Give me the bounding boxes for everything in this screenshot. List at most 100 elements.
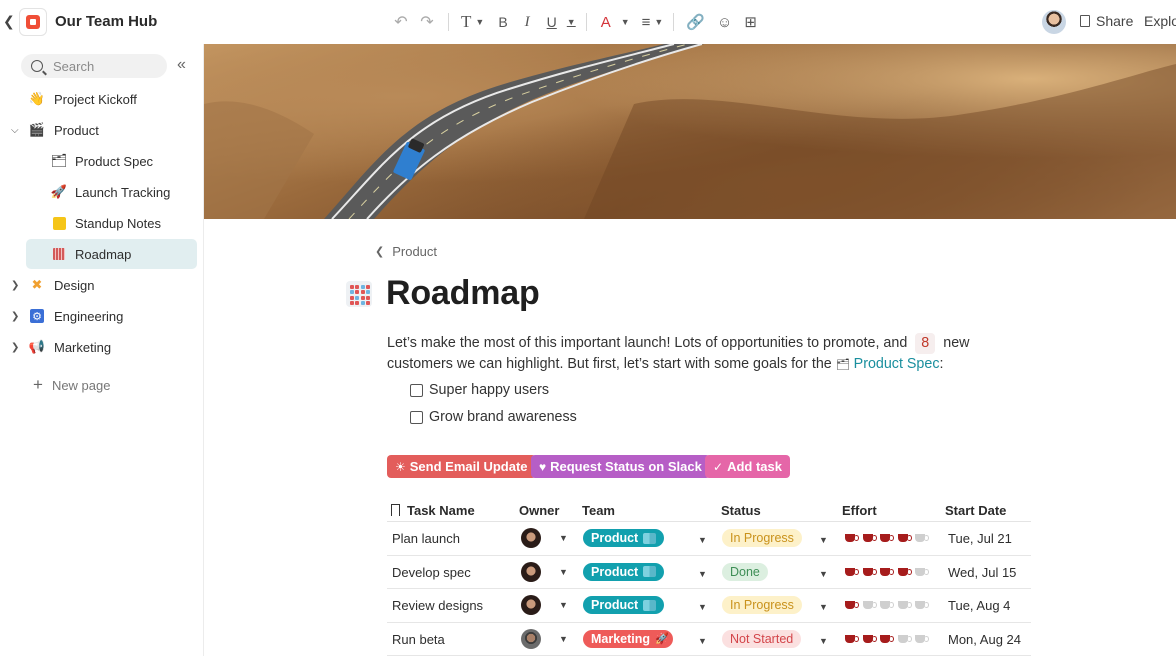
table-row[interactable]: Run beta ▼ Marketing 🚀 ▼ Not Started ▼ Mon, Aug… bbox=[387, 623, 1031, 656]
owner-dropdown-icon[interactable]: ▼ bbox=[559, 533, 568, 543]
coffee-cup-icon[interactable] bbox=[845, 598, 859, 610]
sidebar-item-launch-tracking[interactable]: 🚀 Launch Tracking bbox=[0, 177, 204, 207]
status-pill[interactable]: Not Started bbox=[722, 629, 802, 648]
column-header-effort[interactable]: Effort bbox=[842, 503, 877, 518]
team-dropdown-icon[interactable]: ▼ bbox=[698, 636, 707, 646]
team-pill[interactable]: Product bbox=[583, 596, 665, 614]
sidebar-item-product[interactable]: ⌵ 🎬 Product bbox=[0, 115, 204, 145]
owner-avatar[interactable] bbox=[521, 561, 541, 582]
coffee-cup-icon[interactable] bbox=[862, 531, 877, 543]
team-pill[interactable]: Product bbox=[583, 562, 665, 581]
owner-avatar[interactable] bbox=[521, 595, 541, 615]
current-user-avatar[interactable] bbox=[1042, 10, 1066, 34]
chevron-right-icon[interactable]: ❯ bbox=[11, 342, 19, 353]
sidebar-item-design[interactable]: ❯ ✖ Design bbox=[0, 270, 204, 300]
new-page-button[interactable]: + New page bbox=[33, 375, 110, 395]
coffee-cup-icon[interactable] bbox=[880, 598, 894, 610]
start-date[interactable]: Mon, Aug 24 bbox=[948, 632, 1021, 647]
effort-rating[interactable] bbox=[845, 598, 933, 610]
sidebar-item-engineering[interactable]: ❯ ⚙ Engineering bbox=[0, 301, 204, 331]
status-pill[interactable]: In Progress bbox=[722, 596, 802, 614]
coffee-cup-icon[interactable] bbox=[915, 632, 929, 644]
coffee-cup-icon[interactable] bbox=[915, 565, 929, 577]
bold-icon[interactable]: B bbox=[498, 10, 507, 34]
coffee-cup-icon[interactable] bbox=[897, 531, 912, 543]
table-row[interactable]: Plan launch ▼ Product ▼ In Progress ▼ Tue, Jul… bbox=[387, 522, 1031, 556]
start-date[interactable]: Tue, Jul 21 bbox=[948, 531, 1012, 546]
share-button[interactable]: Share bbox=[1080, 13, 1133, 29]
goal-checkbox[interactable] bbox=[410, 383, 423, 397]
add-comment-icon[interactable]: ⊞ bbox=[744, 10, 757, 34]
chevron-down-icon[interactable]: ⌵ bbox=[11, 125, 19, 136]
send-email-update-button[interactable]: ☀ Send Email Update bbox=[387, 455, 536, 478]
team-dropdown-icon[interactable]: ▼ bbox=[698, 569, 707, 579]
chevron-right-icon[interactable]: ❯ bbox=[11, 311, 19, 322]
hub-title[interactable]: Our Team Hub bbox=[55, 13, 157, 30]
team-pill[interactable]: Marketing 🚀 bbox=[583, 629, 674, 648]
request-status-slack-button[interactable]: ♥ Request Status on Slack bbox=[531, 455, 710, 478]
coffee-cup-icon[interactable] bbox=[915, 598, 929, 610]
coffee-cup-icon[interactable] bbox=[880, 565, 894, 577]
task-name[interactable]: Run beta bbox=[392, 632, 445, 647]
team-dropdown-icon[interactable]: ▼ bbox=[698, 535, 707, 545]
status-dropdown-icon[interactable]: ▼ bbox=[819, 569, 828, 579]
collapse-sidebar-icon[interactable]: « bbox=[177, 56, 186, 74]
effort-rating[interactable] bbox=[845, 565, 933, 577]
coffee-cup-icon[interactable] bbox=[897, 565, 912, 577]
search-input[interactable] bbox=[53, 58, 153, 74]
column-header-status[interactable]: Status bbox=[721, 503, 761, 518]
breadcrumb[interactable]: ❮ Product bbox=[375, 244, 437, 259]
sidebar-item-roadmap[interactable]: Roadmap bbox=[0, 239, 204, 269]
column-header-start-date[interactable]: Start Date bbox=[945, 503, 1006, 518]
goal-checkbox[interactable] bbox=[410, 410, 423, 424]
effort-rating[interactable] bbox=[845, 632, 933, 644]
status-dropdown-icon[interactable]: ▼ bbox=[819, 636, 828, 646]
task-name[interactable]: Plan launch bbox=[392, 531, 460, 546]
align-icon[interactable]: ≡ ▼ bbox=[642, 10, 664, 34]
coffee-cup-icon[interactable] bbox=[897, 632, 912, 644]
coffee-cup-icon[interactable] bbox=[845, 565, 859, 577]
app-logo-icon[interactable] bbox=[19, 8, 47, 36]
sidebar-item-project-kickoff[interactable]: 👋 Project Kickoff bbox=[0, 84, 204, 114]
undo-icon[interactable]: ↶ bbox=[390, 10, 412, 34]
chevron-right-icon[interactable]: ❯ bbox=[11, 280, 19, 291]
owner-avatar[interactable] bbox=[521, 628, 541, 649]
text-color-icon[interactable]: A ▼ bbox=[601, 10, 630, 34]
back-chevron-icon[interactable]: ❮ bbox=[3, 13, 15, 30]
sidebar-item-product-spec[interactable]: 🗂 Product Spec bbox=[0, 146, 204, 176]
status-dropdown-icon[interactable]: ▼ bbox=[819, 535, 828, 545]
effort-rating[interactable] bbox=[845, 531, 933, 543]
owner-dropdown-icon[interactable]: ▼ bbox=[559, 600, 568, 610]
owner-dropdown-icon[interactable]: ▼ bbox=[559, 567, 568, 577]
coffee-cup-icon[interactable] bbox=[915, 531, 929, 543]
task-name[interactable]: Develop spec bbox=[392, 565, 471, 580]
status-dropdown-icon[interactable]: ▼ bbox=[819, 602, 828, 612]
emoji-icon[interactable]: ☺ bbox=[717, 10, 732, 34]
product-spec-link[interactable]: 🗂 Product Spec bbox=[836, 356, 940, 372]
column-header-task[interactable]: Task Name bbox=[391, 503, 475, 518]
coffee-cup-icon[interactable] bbox=[845, 531, 859, 543]
column-header-team[interactable]: Team bbox=[582, 503, 615, 518]
status-pill[interactable]: Done bbox=[722, 562, 768, 581]
add-task-button[interactable]: ✓ Add task bbox=[705, 455, 790, 478]
column-header-owner[interactable]: Owner bbox=[519, 503, 559, 518]
team-pill[interactable]: Product bbox=[583, 529, 665, 547]
search-box[interactable] bbox=[21, 54, 167, 78]
table-row[interactable]: Review designs ▼ Product ▼ In Progress ▼ Tue, … bbox=[387, 589, 1031, 623]
sidebar-item-marketing[interactable]: ❯ 📢 Marketing bbox=[0, 332, 204, 362]
team-dropdown-icon[interactable]: ▼ bbox=[698, 602, 707, 612]
underline-icon[interactable]: U ▼ bbox=[547, 10, 576, 34]
italic-icon[interactable]: I bbox=[525, 10, 530, 34]
coffee-cup-icon[interactable] bbox=[880, 531, 894, 543]
coffee-cup-icon[interactable] bbox=[880, 632, 894, 644]
explore-button[interactable]: Explo bbox=[1144, 13, 1176, 29]
link-icon[interactable]: 🔗 bbox=[686, 10, 705, 34]
owner-dropdown-icon[interactable]: ▼ bbox=[559, 634, 568, 644]
sidebar-item-standup-notes[interactable]: Standup Notes bbox=[0, 208, 204, 238]
redo-icon[interactable]: ↷ bbox=[416, 10, 438, 34]
coffee-cup-icon[interactable] bbox=[897, 598, 912, 610]
status-pill[interactable]: In Progress bbox=[722, 529, 802, 547]
start-date[interactable]: Tue, Aug 4 bbox=[948, 598, 1010, 613]
page-calendar-icon[interactable] bbox=[346, 281, 372, 307]
start-date[interactable]: Wed, Jul 15 bbox=[948, 565, 1016, 580]
